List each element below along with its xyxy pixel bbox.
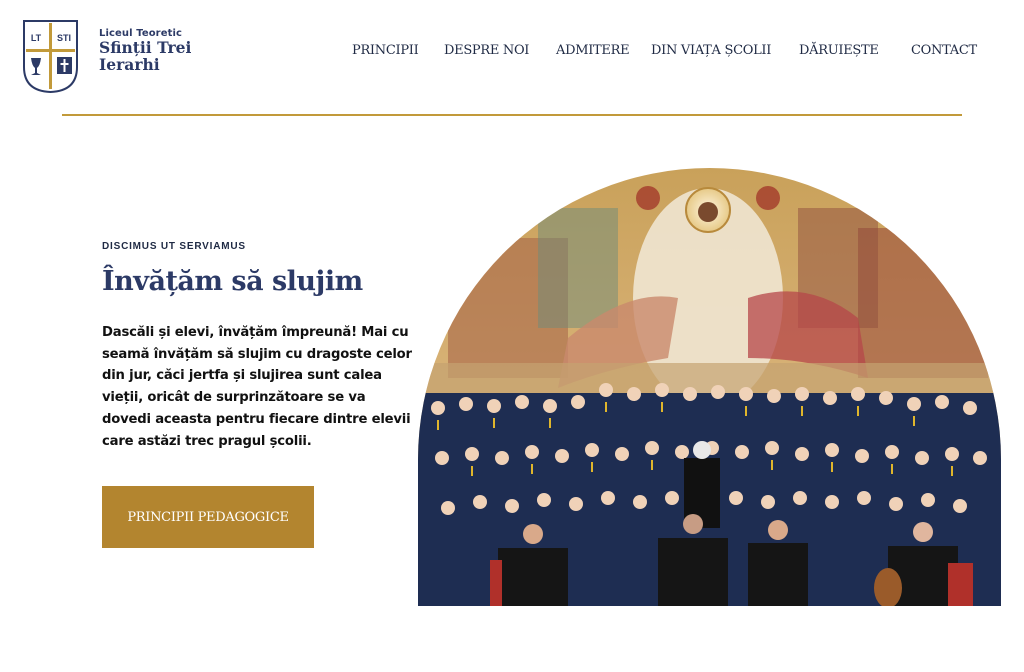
logo-letters-right: STI xyxy=(57,33,71,43)
nav-item-daruieste[interactable]: DĂRUIEȘTE xyxy=(799,43,879,58)
nav-item-despre-noi[interactable]: DESPRE NOI xyxy=(444,43,529,58)
header-divider xyxy=(62,114,962,116)
nav-item-principii[interactable]: PRINCIPII xyxy=(352,43,419,58)
main-nav: PRINCIPII DESPRE NOI ADMITERE DIN VIAȚA … xyxy=(0,43,1024,63)
logo-letters-left: LT xyxy=(31,33,42,43)
hero-title: Învățăm să slujim xyxy=(102,266,363,297)
hero-motto: DISCIMUS UT SERVIAMUS xyxy=(102,241,246,252)
nav-item-admitere[interactable]: ADMITERE xyxy=(556,43,630,58)
choir-photo xyxy=(418,168,1001,606)
nav-item-din-viata-scolii[interactable]: DIN VIAȚA ȘCOLII xyxy=(651,43,771,58)
nav-item-contact[interactable]: CONTACT xyxy=(911,43,977,58)
hero-body-text: Dascăli și elevi, învățăm împreună! Mai … xyxy=(102,325,412,449)
pedagogical-principles-button[interactable]: PRINCIPII PEDAGOGICE xyxy=(102,486,314,548)
hero-image xyxy=(418,168,1001,606)
